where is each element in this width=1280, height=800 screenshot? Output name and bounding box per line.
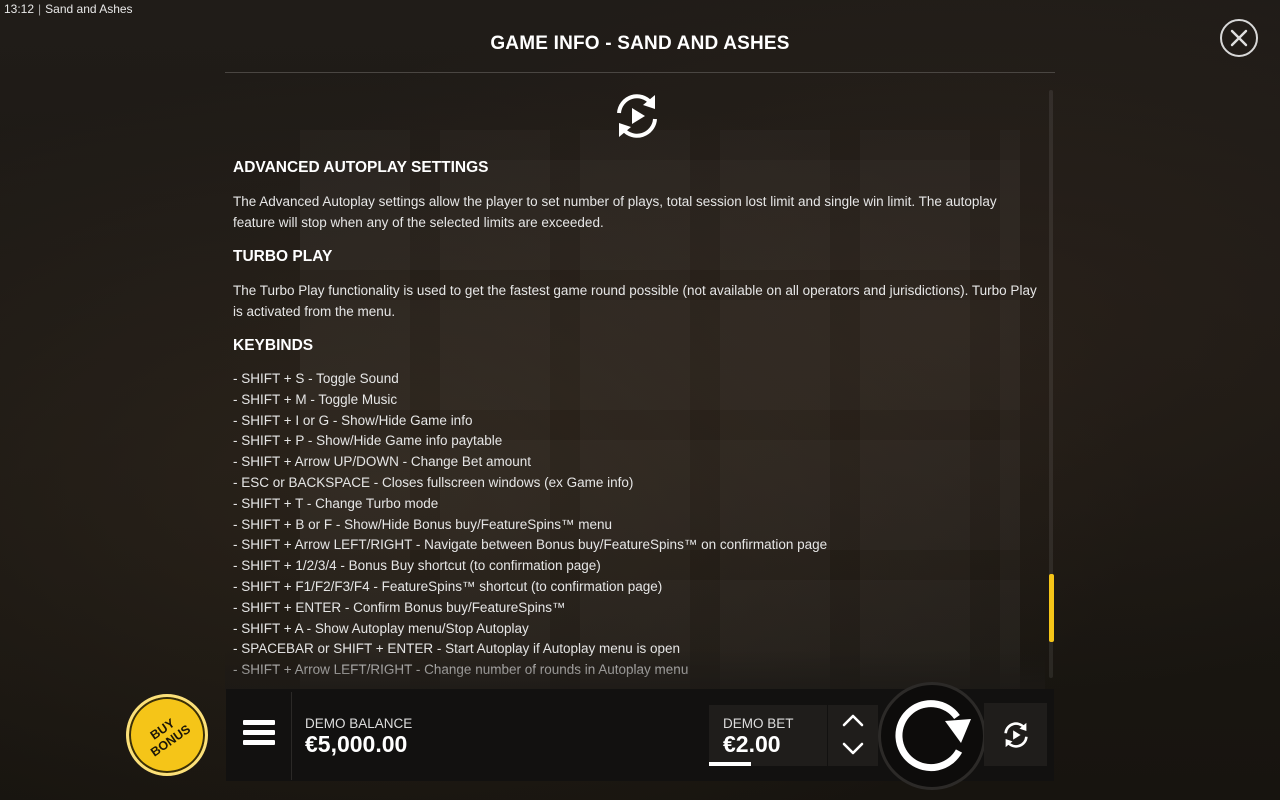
autoplay-icon — [1003, 721, 1028, 748]
keybind-item: - SPACEBAR or SHIFT + ENTER - Start Auto… — [233, 641, 681, 657]
section-text-turbo-play: The Turbo Play functionality is used to … — [233, 283, 1037, 319]
keybind-item: - SHIFT + B or F - Show/Hide Bonus buy/F… — [233, 516, 613, 532]
bet-decrease-button[interactable] — [841, 741, 865, 757]
keybind-item: - SHIFT + A - Show Autoplay menu/Stop Au… — [233, 620, 529, 636]
autoplay-button[interactable] — [984, 703, 1047, 766]
keybind-item: - ESC or BACKSPACE - Closes fullscreen w… — [233, 474, 634, 490]
buy-bonus-label: BUY BONUS — [140, 711, 193, 759]
bet-level-indicator — [709, 762, 751, 766]
section-heading-advanced-autoplay: ADVANCED AUTOPLAY SETTINGS — [233, 159, 489, 176]
status-time: 13:12 — [4, 2, 35, 16]
keybind-item: - SHIFT + I or G - Show/Hide Game info — [233, 412, 473, 428]
autoplay-icon — [617, 94, 657, 138]
keybind-item: - SHIFT + Arrow LEFT/RIGHT - Navigate be… — [233, 537, 828, 553]
close-button[interactable] — [1220, 19, 1258, 57]
hamburger-menu-icon — [243, 720, 275, 745]
keybind-item: - SHIFT + Arrow LEFT/RIGHT - Change numb… — [233, 662, 689, 678]
section-heading-turbo-play: TURBO PLAY — [233, 248, 333, 265]
keybind-item: - SHIFT + M - Toggle Music — [233, 391, 398, 407]
scrollbar-thumb[interactable] — [1049, 574, 1054, 642]
balance-label: DEMO BALANCE — [305, 716, 413, 731]
spin-icon — [895, 700, 971, 772]
bet-value: €2.00 — [723, 731, 781, 757]
keybinds-list: - SHIFT + S - Toggle Sound - SHIFT + M -… — [233, 369, 1038, 680]
bar-divider — [291, 692, 292, 780]
menu-button[interactable] — [243, 720, 275, 750]
keybind-item: - SHIFT + S - Toggle Sound — [233, 371, 399, 386]
keybind-item: - SHIFT + ENTER - Confirm Bonus buy/Feat… — [233, 599, 566, 615]
game-info-content[interactable]: ADVANCED AUTOPLAY SETTINGS The Advanced … — [233, 88, 1043, 680]
status-app-name: Sand and Ashes — [45, 2, 133, 16]
bet-label: DEMO BET — [723, 716, 794, 731]
keybind-item: - SHIFT + F1/F2/F3/F4 - FeatureSpins™ sh… — [233, 578, 663, 594]
close-icon — [1230, 29, 1248, 47]
section-heading-keybinds: KEYBINDS — [233, 337, 314, 354]
bet-increase-button[interactable] — [841, 712, 865, 728]
keybind-item: - SHIFT + 1/2/3/4 - Bonus Buy shortcut (… — [233, 558, 601, 574]
status-bar: 13:12 | Sand and Ashes — [4, 2, 133, 16]
title-divider — [225, 72, 1055, 73]
keybind-item: - SHIFT + T - Change Turbo mode — [233, 495, 439, 511]
keybind-item: - SHIFT + Arrow UP/DOWN - Change Bet amo… — [233, 454, 531, 470]
buy-bonus-button[interactable]: BUY BONUS — [126, 694, 208, 776]
spin-button[interactable] — [878, 682, 986, 790]
status-separator: | — [38, 2, 42, 16]
keybind-item: - SHIFT + P - Show/Hide Game info paytab… — [233, 433, 503, 449]
page-title: GAME INFO - SAND AND ASHES — [490, 33, 790, 54]
section-text-advanced-autoplay: The Advanced Autoplay settings allow the… — [233, 194, 997, 230]
balance-value: €5,000.00 — [305, 731, 408, 757]
